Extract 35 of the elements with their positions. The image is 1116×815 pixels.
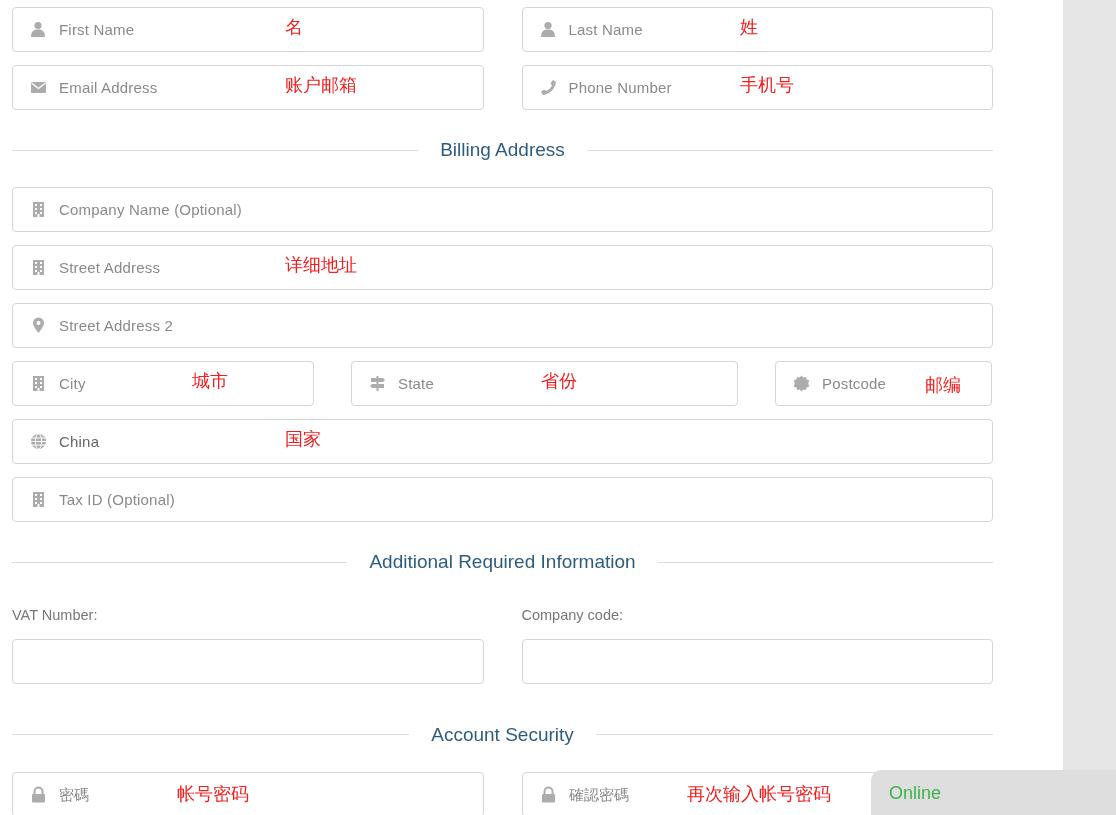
annotation-text: 手机号 bbox=[739, 74, 794, 96]
field-label: Company code: bbox=[521, 606, 625, 625]
lock-icon bbox=[539, 785, 557, 803]
annotation-text: 再次输入帐号密码 bbox=[686, 782, 831, 805]
input-field[interactable]: Street Address 2 bbox=[12, 303, 993, 348]
annotation-text: 国家 bbox=[285, 428, 321, 450]
input-field[interactable]: Company Name (Optional) bbox=[12, 187, 993, 232]
section-heading: Billing Address bbox=[439, 137, 566, 162]
annotation-text: 帐号密码 bbox=[177, 782, 249, 805]
person-icon bbox=[30, 21, 47, 38]
seal-icon bbox=[793, 375, 810, 392]
annotation-text: 城市 bbox=[192, 370, 228, 392]
building-icon bbox=[30, 491, 47, 508]
building-icon bbox=[30, 259, 47, 276]
field-label: VAT Number: bbox=[12, 606, 99, 625]
building-icon bbox=[30, 375, 47, 392]
annotation-text: 省份 bbox=[541, 370, 577, 392]
input-field[interactable]: Tax ID (Optional) bbox=[12, 477, 993, 522]
annotation-text: 账户邮箱 bbox=[285, 74, 357, 96]
building-icon bbox=[30, 201, 47, 218]
globe-icon bbox=[30, 433, 47, 450]
annotation-text: 详细地址 bbox=[285, 254, 357, 276]
phone-icon bbox=[539, 79, 557, 96]
envelope-icon bbox=[30, 79, 47, 96]
section-heading: Account Security bbox=[430, 722, 575, 747]
input-field[interactable] bbox=[521, 638, 993, 684]
input-field[interactable] bbox=[12, 638, 484, 684]
map-pin-icon bbox=[30, 317, 47, 334]
signpost-icon bbox=[369, 375, 386, 392]
annotation-text: 邮编 bbox=[925, 374, 961, 396]
annotation-text: 姓 bbox=[739, 16, 758, 38]
annotation-text: 名 bbox=[285, 16, 303, 38]
lock-icon bbox=[30, 785, 47, 803]
person-icon bbox=[539, 21, 557, 38]
section-heading: Additional Required Information bbox=[368, 549, 637, 574]
